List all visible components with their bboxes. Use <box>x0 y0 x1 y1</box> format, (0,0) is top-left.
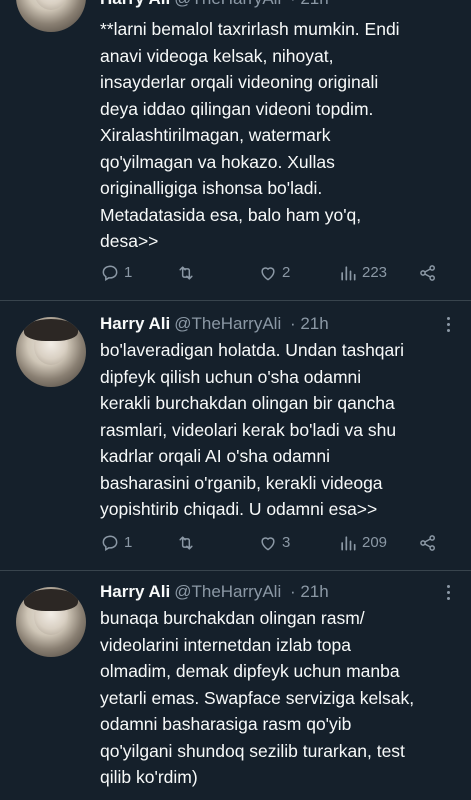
tweet-text: bunaqa burchakdan olingan rasm/ videolar… <box>100 608 415 787</box>
views-count: 209 <box>362 534 388 551</box>
like-button[interactable]: 2 <box>258 262 290 284</box>
tweet-actions: 1 3 209 <box>100 532 445 554</box>
tweet-time[interactable]: · 21h <box>290 582 329 601</box>
more-icon <box>447 585 450 588</box>
tweet-text: bo'laveradigan holatda. Undan tashqari d… <box>100 340 404 519</box>
author-handle[interactable]: @TheHarryAli <box>174 314 281 333</box>
avatar[interactable] <box>16 0 86 32</box>
heart-icon <box>261 267 275 281</box>
tweet-header: Harry Ali@TheHarryAli · 21h <box>100 581 329 603</box>
reply-icon <box>102 535 118 552</box>
divider <box>0 570 471 571</box>
retweet-icon <box>179 536 193 550</box>
like-count: 2 <box>282 264 291 281</box>
reply-button[interactable]: 1 <box>100 532 132 554</box>
share-button[interactable] <box>418 262 442 284</box>
reply-button[interactable]: 1 <box>100 262 132 284</box>
retweet-button[interactable] <box>176 532 200 554</box>
like-button[interactable]: 3 <box>258 532 290 554</box>
views-icon <box>341 536 356 551</box>
author-handle[interactable]: @TheHarryAli <box>174 0 281 8</box>
retweet-icon <box>179 266 193 280</box>
retweet-button[interactable] <box>176 262 200 284</box>
reply-count: 1 <box>124 264 133 281</box>
author-name[interactable]: Harry Ali <box>100 314 170 333</box>
author-name[interactable]: Harry Ali <box>100 582 170 601</box>
tweet-actions: 1 2 223 <box>100 262 445 284</box>
tweet-time[interactable]: · 21h <box>290 314 329 333</box>
views-button[interactable]: 223 <box>338 262 387 284</box>
tweet-header: Harry Ali@TheHarryAli · 21h <box>100 313 329 335</box>
tweet-text: **larni bemalol taxrirlash mumkin. Endi … <box>100 19 400 251</box>
views-icon <box>341 266 356 281</box>
views-count: 223 <box>362 264 388 281</box>
avatar[interactable] <box>16 587 86 657</box>
author-name[interactable]: Harry Ali <box>100 0 170 8</box>
like-count: 3 <box>282 534 291 551</box>
avatar[interactable] <box>16 317 86 387</box>
tweet-time[interactable]: · 21h <box>290 0 329 8</box>
tweet-header: Harry Ali @TheHarryAli · 21h <box>100 0 329 10</box>
heart-icon <box>261 537 275 551</box>
more-button[interactable] <box>447 317 451 333</box>
share-icon <box>420 265 435 281</box>
reply-icon <box>102 265 118 282</box>
more-button[interactable] <box>447 585 451 601</box>
reply-count: 1 <box>124 534 133 551</box>
views-button[interactable]: 209 <box>338 532 387 554</box>
author-handle[interactable]: @TheHarryAli <box>174 582 281 601</box>
divider <box>0 300 471 301</box>
share-button[interactable] <box>418 532 442 554</box>
share-icon <box>420 535 435 551</box>
more-icon <box>447 317 450 320</box>
